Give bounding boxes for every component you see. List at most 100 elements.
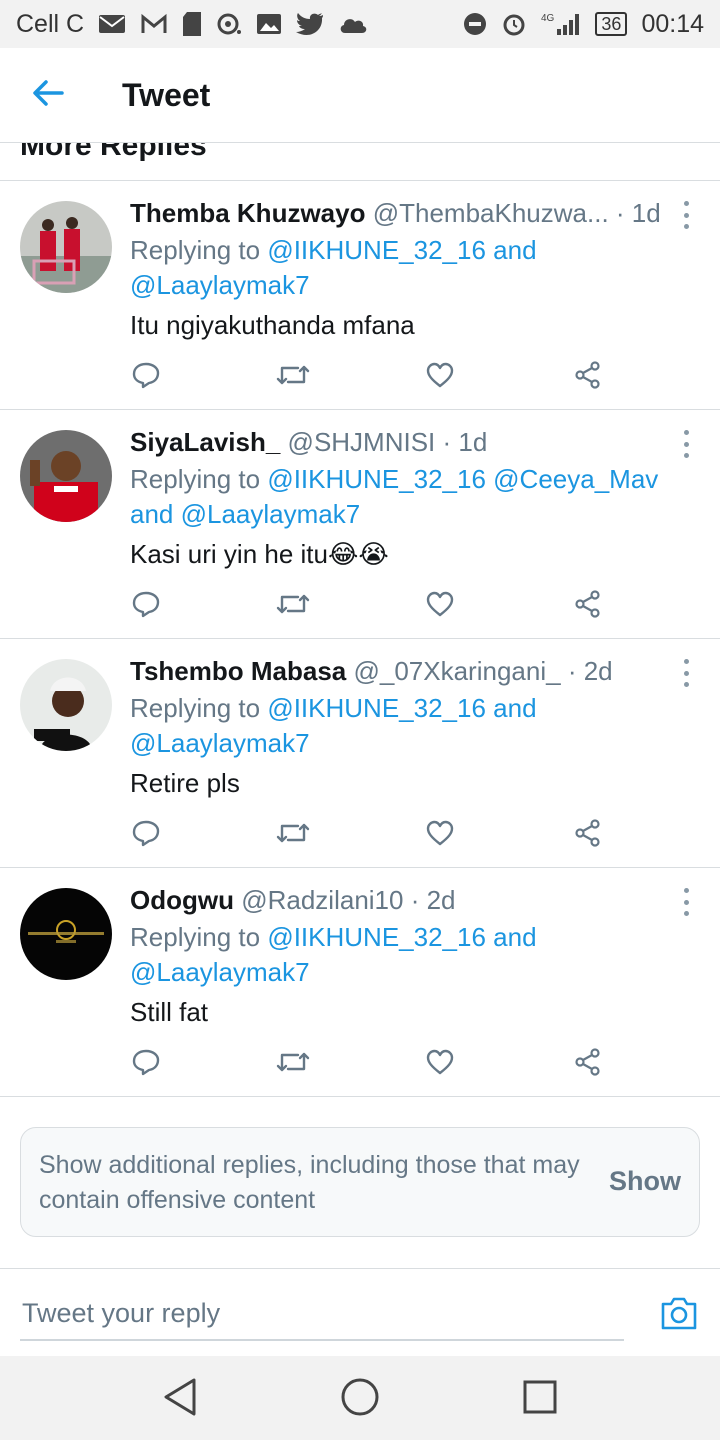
tweet-text: Kasi uri yin he itu😂😭 — [130, 539, 389, 569]
user-handle[interactable]: @ThembaKhuzwa... — [373, 198, 609, 228]
reply-icon — [132, 361, 160, 394]
more-options-button[interactable] — [674, 659, 698, 687]
status-bar: Cell C 4G 36 00:14 — [0, 0, 720, 48]
reply-item[interactable]: Themba Khuzwayo @ThembaKhuzwa... · 1d Re… — [0, 181, 720, 410]
like-button[interactable] — [420, 586, 460, 626]
retweet-button[interactable] — [273, 586, 313, 626]
reply-list: Themba Khuzwayo @ThembaKhuzwa... · 1d Re… — [0, 181, 720, 1097]
timestamp: · 1d — [442, 427, 488, 457]
tweet-text: Still fat — [130, 997, 209, 1027]
additional-replies-text: Show additional replies, including those… — [39, 1151, 580, 1214]
more-options-button[interactable] — [674, 201, 698, 229]
triangle-back-icon — [162, 1377, 198, 1422]
retweet-button[interactable] — [273, 1044, 313, 1084]
user-handle[interactable]: @_07Xkaringani_ — [353, 656, 560, 686]
replying-to: Replying to @IIKHUNE_32_16 and @Laaylaym… — [130, 920, 670, 990]
heart-icon — [426, 362, 454, 393]
alarm-icon — [501, 11, 527, 37]
like-button[interactable] — [420, 1044, 460, 1084]
show-button[interactable]: Show — [609, 1166, 681, 1197]
reply-button[interactable] — [126, 815, 166, 855]
like-button[interactable] — [420, 815, 460, 855]
reply-item[interactable]: SiyaLavish_ @SHJMNISI · 1d Replying to @… — [0, 410, 720, 639]
replying-to: Replying to @IIKHUNE_32_16 @Ceeya_Mav an… — [130, 462, 670, 532]
page-title: Tweet — [122, 76, 211, 113]
avatar[interactable] — [20, 659, 112, 751]
replying-to: Replying to @IIKHUNE_32_16 and @Laaylaym… — [130, 233, 670, 303]
sd-card-icon — [182, 11, 202, 37]
heart-icon — [426, 820, 454, 851]
retweet-icon — [276, 590, 310, 623]
twitter-icon — [296, 12, 324, 36]
mail-icon — [98, 13, 126, 35]
retweet-icon — [276, 361, 310, 394]
retweet-icon — [276, 819, 310, 852]
back-button[interactable] — [0, 48, 96, 143]
mention-link[interactable]: @Laaylaymak7 — [130, 728, 310, 758]
mention-link[interactable]: @IIKHUNE_32_16 and — [267, 693, 536, 723]
share-button[interactable] — [568, 357, 608, 397]
network-label: 4G — [541, 13, 555, 24]
arrow-left-icon — [32, 79, 64, 112]
mention-link[interactable]: @IIKHUNE_32_16 and — [267, 922, 536, 952]
share-icon — [574, 818, 602, 852]
carrier-label: Cell C — [16, 9, 85, 38]
avatar[interactable] — [20, 888, 112, 980]
reply-button[interactable] — [126, 1044, 166, 1084]
nav-home-button[interactable] — [337, 1376, 383, 1422]
mention-link[interactable]: @IIKHUNE_32_16 @Ceeya_Mav — [267, 464, 658, 494]
camera-icon — [660, 1297, 698, 1335]
mention-link[interactable]: @Laaylaymak7 — [130, 957, 310, 987]
replying-prefix: Replying to — [130, 922, 261, 952]
nav-recents-button[interactable] — [517, 1376, 563, 1422]
reply-icon — [132, 590, 160, 623]
user-name[interactable]: Themba Khuzwayo — [130, 198, 365, 228]
more-options-button[interactable] — [674, 888, 698, 916]
reply-item[interactable]: Tshembo Mabasa @_07Xkaringani_ · 2d Repl… — [0, 639, 720, 868]
more-options-button[interactable] — [674, 430, 698, 458]
user-name[interactable]: SiyaLavish_ — [130, 427, 280, 457]
reply-input[interactable] — [20, 1287, 624, 1341]
replying-prefix: Replying to — [130, 235, 261, 265]
user-handle[interactable]: @Radzilani10 — [241, 885, 403, 915]
user-name[interactable]: Tshembo Mabasa — [130, 656, 346, 686]
like-button[interactable] — [420, 357, 460, 397]
camera-button[interactable] — [660, 1295, 698, 1333]
avatar[interactable] — [20, 430, 112, 522]
tweet-actions — [130, 1044, 610, 1084]
additional-replies-card[interactable]: Show additional replies, including those… — [20, 1127, 700, 1237]
reply-button[interactable] — [126, 586, 166, 626]
avatar[interactable] — [20, 201, 112, 293]
replying-prefix: Replying to — [130, 693, 261, 723]
nav-back-button[interactable] — [157, 1376, 203, 1422]
tweet-actions — [130, 586, 610, 626]
share-button[interactable] — [568, 815, 608, 855]
mention-link[interactable]: and @Laaylaymak7 — [130, 499, 360, 529]
mention-link[interactable]: @Laaylaymak7 — [130, 270, 310, 300]
replying-prefix: Replying to — [130, 464, 261, 494]
circle-home-icon — [340, 1377, 380, 1422]
share-icon — [574, 589, 602, 623]
camera-status-icon — [216, 12, 242, 36]
reply-icon — [132, 1048, 160, 1081]
signal-icon: 4G — [541, 11, 581, 37]
heart-icon — [426, 591, 454, 622]
retweet-button[interactable] — [273, 357, 313, 397]
more-replies-heading: More Replies — [0, 143, 720, 181]
timestamp: · 2d — [410, 885, 456, 915]
reply-button[interactable] — [126, 357, 166, 397]
mention-link[interactable]: @IIKHUNE_32_16 and — [267, 235, 536, 265]
reply-item[interactable]: Odogwu @Radzilani10 · 2d Replying to @II… — [0, 868, 720, 1097]
user-handle[interactable]: @SHJMNISI — [288, 427, 436, 457]
square-recents-icon — [522, 1379, 558, 1420]
tweet-actions — [130, 357, 610, 397]
clock: 00:14 — [641, 9, 704, 38]
reply-composer — [0, 1268, 720, 1356]
gallery-icon — [256, 13, 282, 35]
retweet-button[interactable] — [273, 815, 313, 855]
share-button[interactable] — [568, 586, 608, 626]
share-button[interactable] — [568, 1044, 608, 1084]
replying-to: Replying to @IIKHUNE_32_16 and @Laaylaym… — [130, 691, 670, 761]
user-name[interactable]: Odogwu — [130, 885, 234, 915]
reply-icon — [132, 819, 160, 852]
